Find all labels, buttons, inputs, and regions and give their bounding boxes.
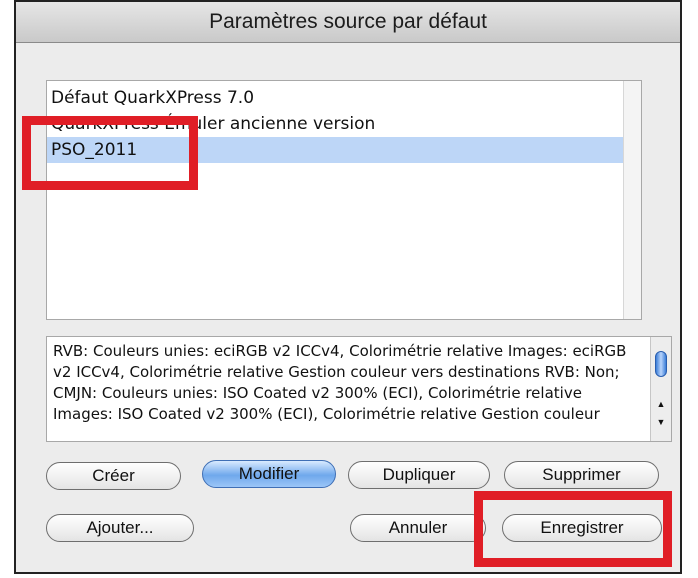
list-item-default-quarkxpress[interactable]: Défaut QuarkXPress 7.0 bbox=[47, 85, 623, 111]
list-scroll-track[interactable] bbox=[623, 81, 641, 319]
delete-button[interactable]: Supprimer bbox=[504, 461, 659, 489]
scroll-down-arrow-icon[interactable]: ▼ bbox=[656, 417, 666, 427]
create-button[interactable]: Créer bbox=[46, 462, 181, 490]
modify-button[interactable]: Modifier bbox=[202, 460, 336, 488]
duplicate-button[interactable]: Dupliquer bbox=[348, 461, 490, 489]
description-scrollbar[interactable]: ▲ ▼ bbox=[650, 337, 671, 441]
settings-description-box: RVB: Couleurs unies: eciRGB v2 ICCv4, Co… bbox=[46, 336, 672, 442]
settings-description-text: RVB: Couleurs unies: eciRGB v2 ICCv4, Co… bbox=[53, 342, 627, 423]
cancel-button[interactable]: Annuler bbox=[350, 514, 486, 542]
add-button[interactable]: Ajouter... bbox=[46, 514, 194, 542]
default-source-settings-dialog: Paramètres source par défaut Défaut Quar… bbox=[14, 0, 682, 574]
highlight-box-list-item bbox=[22, 116, 198, 190]
highlight-box-save-button bbox=[474, 491, 672, 567]
dialog-title: Paramètres source par défaut bbox=[16, 2, 680, 43]
scroll-up-arrow-icon[interactable]: ▲ bbox=[656, 399, 666, 409]
scroll-thumb[interactable] bbox=[655, 351, 667, 377]
